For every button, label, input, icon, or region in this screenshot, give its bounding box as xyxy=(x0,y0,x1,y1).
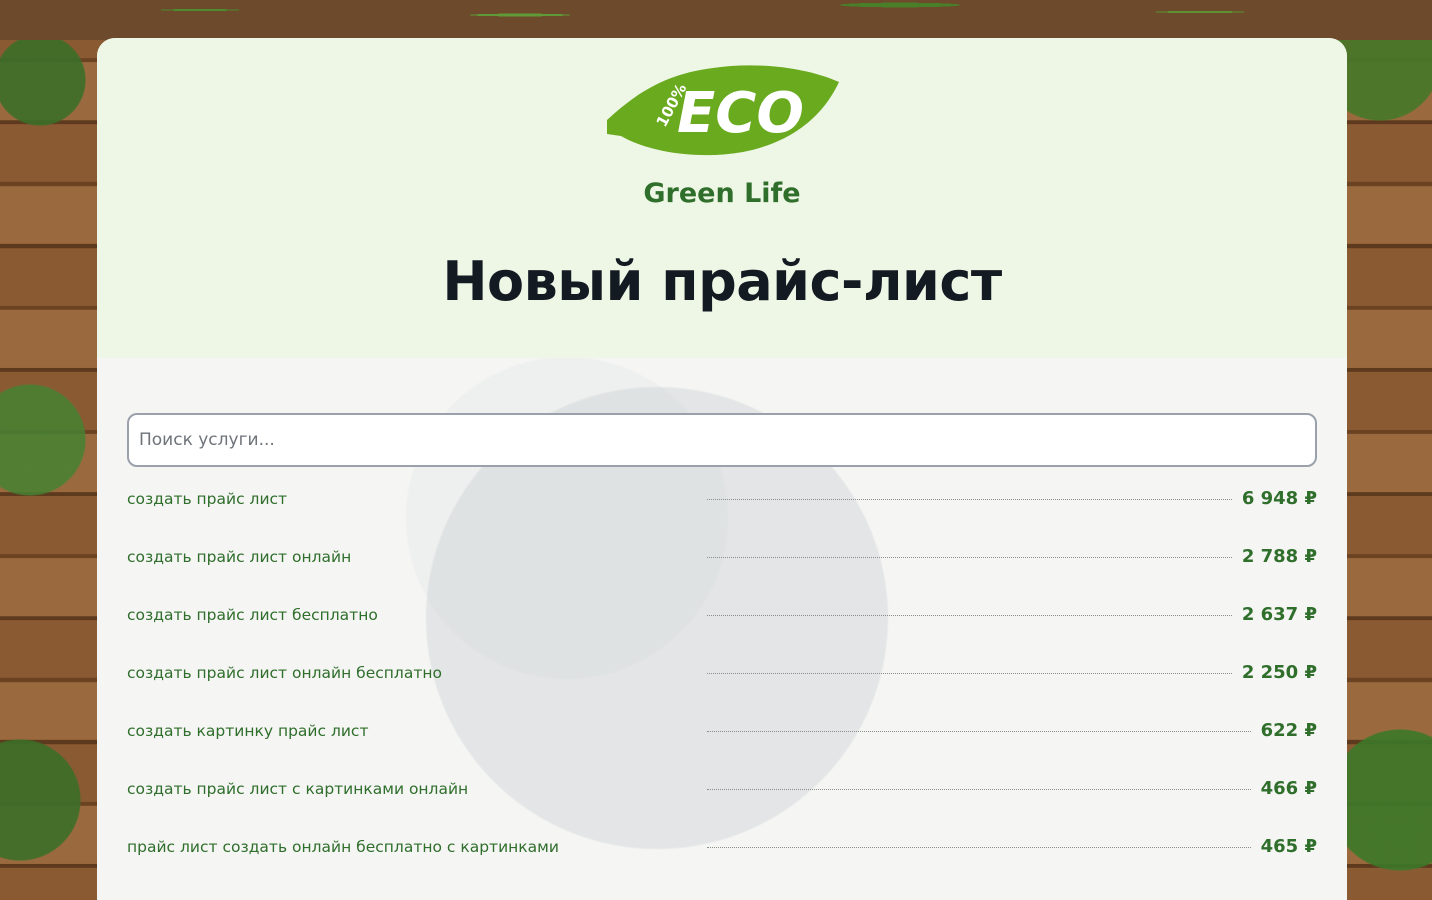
card-body: создать прайс лист 6 948 ₽ создать прайс… xyxy=(97,358,1347,900)
card-header: 100% ECO Green Life Новый прайс-лист xyxy=(97,38,1347,358)
dotted-leader xyxy=(707,499,1232,500)
dotted-leader xyxy=(707,789,1251,790)
eco-leaf-logo: 100% ECO xyxy=(607,65,839,156)
service-name: создать прайс лист бесплатно xyxy=(127,606,378,624)
list-item: создать прайс лист 6 948 ₽ xyxy=(127,488,1317,546)
brand-name: Green Life xyxy=(643,178,801,209)
list-item: прайс лист создать онлайн бесплатно с ка… xyxy=(127,836,1317,894)
service-price: 466 ₽ xyxy=(1260,778,1317,799)
background-decoration xyxy=(0,0,1432,40)
service-name: создать прайс лист с картинками онлайн xyxy=(127,780,469,798)
service-price: 2 788 ₽ xyxy=(1241,546,1317,567)
service-price: 465 ₽ xyxy=(1260,836,1317,857)
list-item: создать прайс лист бесплатно 2 637 ₽ xyxy=(127,604,1317,662)
service-price: 2 637 ₽ xyxy=(1241,604,1317,625)
service-price: 6 948 ₽ xyxy=(1241,488,1317,509)
service-name: прайс лист создать онлайн бесплатно с ка… xyxy=(127,838,559,856)
search-input[interactable] xyxy=(127,413,1317,467)
logo-word-text: ECO xyxy=(677,81,804,146)
dotted-leader xyxy=(707,847,1251,848)
service-price: 622 ₽ xyxy=(1260,720,1317,741)
service-name: создать прайс лист онлайн xyxy=(127,548,352,566)
list-item: создать прайс лист онлайн 2 788 ₽ xyxy=(127,546,1317,604)
service-name: создать прайс лист xyxy=(127,490,288,508)
dotted-leader xyxy=(707,673,1232,674)
list-item: создать прайс лист онлайн бесплатно 2 25… xyxy=(127,662,1317,720)
dotted-leader xyxy=(707,615,1232,616)
dotted-leader xyxy=(707,557,1232,558)
list-item: создать прайс лист с картинками онлайн 4… xyxy=(127,778,1317,836)
dotted-leader xyxy=(707,731,1251,732)
price-list-card: 100% ECO Green Life Новый прайс-лист соз… xyxy=(97,38,1347,900)
service-price: 2 250 ₽ xyxy=(1241,662,1317,683)
list-item: создать картинку прайс лист 622 ₽ xyxy=(127,720,1317,778)
service-list: создать прайс лист 6 948 ₽ создать прайс… xyxy=(127,488,1317,894)
page-title: Новый прайс-лист xyxy=(442,250,1002,313)
service-name: создать картинку прайс лист xyxy=(127,722,369,740)
service-name: создать прайс лист онлайн бесплатно xyxy=(127,664,442,682)
